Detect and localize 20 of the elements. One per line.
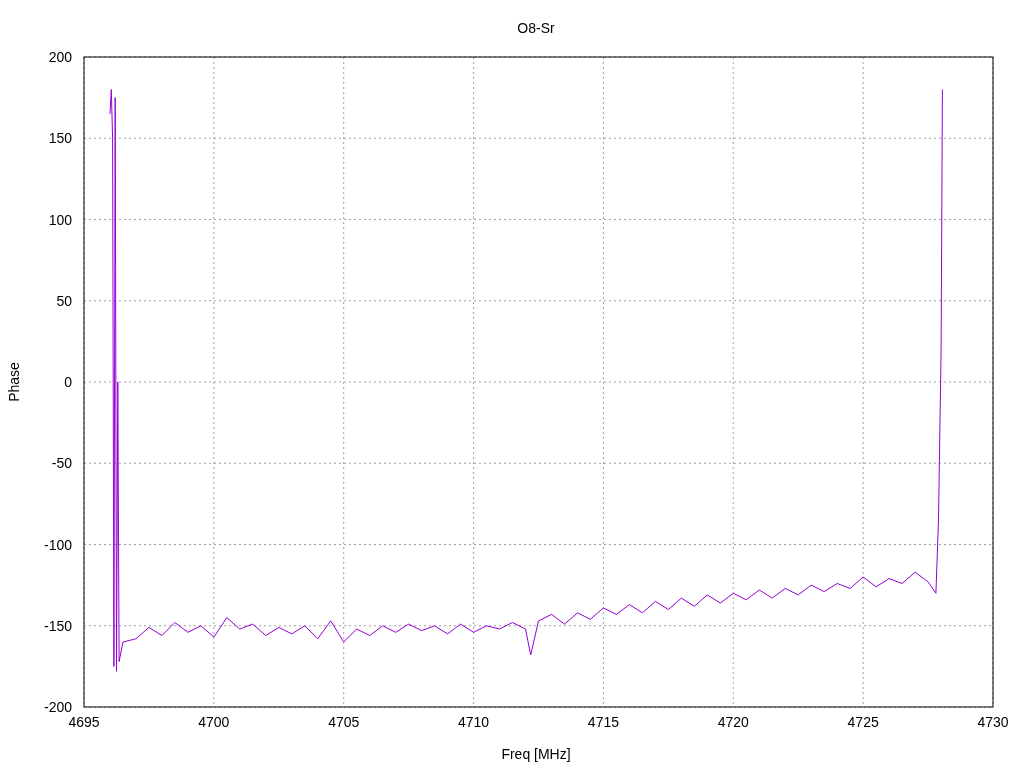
tick-label: -100 xyxy=(43,536,72,553)
tick-label: 4715 xyxy=(587,714,619,730)
tick-label: 150 xyxy=(48,130,72,147)
tick-label: 0 xyxy=(64,374,72,390)
tick-label: 4705 xyxy=(328,714,360,730)
tick-label: -200 xyxy=(43,699,72,715)
tick-label: 4720 xyxy=(717,714,749,730)
tick-label: 100 xyxy=(48,211,72,228)
tick-label: -50 xyxy=(51,455,72,472)
tick-label: 4695 xyxy=(68,714,100,730)
tick-label: 50 xyxy=(56,292,72,309)
tick-label: 4725 xyxy=(847,714,879,730)
tick-label: -150 xyxy=(43,617,72,634)
tick-label: 200 xyxy=(48,49,72,65)
chart-title: O8-Sr xyxy=(517,20,555,36)
tick-label: 4700 xyxy=(198,714,230,730)
x-axis-label: Freq [MHz] xyxy=(501,746,571,762)
tick-label: 4710 xyxy=(458,714,490,730)
tick-label: 4730 xyxy=(977,714,1009,730)
y-axis-label: Phase xyxy=(6,362,22,402)
